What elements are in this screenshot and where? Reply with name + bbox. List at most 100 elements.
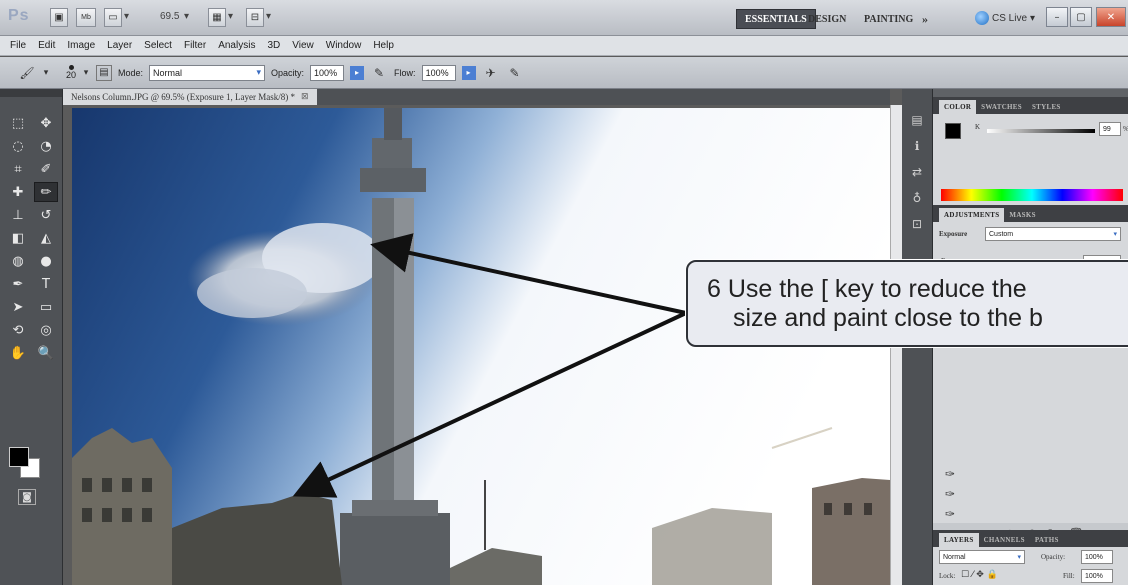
layers-panel-tabs: LAYERS CHANNELS PATHS [933, 530, 1128, 547]
menu-help[interactable]: Help [367, 40, 400, 51]
mode-select[interactable]: Normal ▾ [149, 64, 266, 81]
info-panel-icon[interactable]: ℹ [906, 137, 928, 155]
lock-icons[interactable]: ☐ ⁄ ✥ 🔒 [961, 570, 998, 580]
flow-flyout-icon[interactable]: ▸ [461, 65, 476, 80]
document-tab[interactable]: Nelsons Column.JPG @ 69.5% (Exposure 1, … [63, 89, 317, 105]
fill-field[interactable]: 100% [1081, 569, 1113, 583]
color-panel-tabs: COLOR SWATCHES STYLES [933, 97, 1128, 114]
layer-opacity-field[interactable]: 100% [1081, 550, 1113, 564]
brush-panel-icon[interactable]: ▤ [96, 64, 113, 81]
history-panel-icon[interactable]: ▤ [906, 111, 928, 129]
workspace-design[interactable]: DESIGN [800, 9, 854, 29]
chevron-down-icon[interactable]: ▾ [42, 64, 50, 82]
gradient-tool-icon[interactable]: ◭ [34, 228, 58, 248]
menu-analysis[interactable]: Analysis [212, 40, 261, 51]
eraser-tool-icon[interactable]: ◧ [6, 228, 30, 248]
tools-panel-header[interactable] [0, 89, 62, 97]
flow-label: Flow: [394, 67, 416, 78]
color-spectrum-ramp[interactable] [941, 189, 1123, 201]
shape-tool-icon[interactable]: ▭ [34, 297, 58, 317]
preset-select[interactable]: Custom ▾ [985, 227, 1121, 241]
marquee-tool-icon[interactable]: ⬚ [6, 113, 30, 133]
maximize-button[interactable]: ▢ [1070, 7, 1092, 27]
eyedropper-black-icon[interactable]: ✑ [945, 467, 955, 481]
brush-size-value: 20 [66, 70, 77, 80]
crop-tool-icon[interactable]: ⌗ [6, 159, 30, 179]
close-icon[interactable]: ⊠ [301, 92, 309, 102]
close-button[interactable]: ✕ [1096, 7, 1126, 27]
dodge-tool-icon[interactable]: ● [34, 251, 58, 271]
chevron-down-icon[interactable]: ▾ [228, 11, 233, 22]
pressure-size-icon[interactable]: ✎ [506, 64, 524, 82]
tab-channels[interactable]: CHANNELS [979, 533, 1030, 547]
document-title: Nelsons Column.JPG @ 69.5% (Exposure 1, … [71, 92, 296, 102]
zoom-tool-icon[interactable]: 🔍 [34, 343, 58, 363]
tab-paths[interactable]: PATHS [1030, 533, 1064, 547]
tab-styles[interactable]: STYLES [1027, 100, 1066, 114]
zoom-level-dropdown[interactable]: 69.5 [160, 11, 179, 22]
screen-mode-icon[interactable]: ⊟ [246, 8, 264, 27]
healing-brush-tool-icon[interactable]: ✚ [6, 182, 30, 202]
character-panel-icon[interactable]: ⊡ [906, 215, 928, 233]
opacity-field[interactable]: 100% [310, 64, 345, 81]
color-fg-swatch[interactable] [945, 123, 961, 139]
menu-image[interactable]: Image [61, 40, 101, 51]
brush-tool-preset-icon[interactable]: 🖌 [18, 64, 36, 82]
workspace-more[interactable]: » [914, 9, 936, 29]
eyedropper-tool-icon[interactable]: ✐ [34, 159, 58, 179]
chevron-down-icon[interactable]: ▾ [124, 11, 129, 22]
eyedropper-gray-icon[interactable]: ✑ [945, 487, 955, 501]
chevron-down-icon[interactable]: ▾ [184, 11, 189, 22]
path-selection-tool-icon[interactable]: ➤ [6, 297, 30, 317]
menu-3d[interactable]: 3D [261, 40, 286, 51]
3d-orbit-tool-icon[interactable]: ◎ [34, 320, 58, 340]
menu-layer[interactable]: Layer [101, 40, 138, 51]
opacity-flyout-icon[interactable]: ▸ [350, 65, 365, 80]
3d-rotate-tool-icon[interactable]: ⟲ [6, 320, 30, 340]
blend-mode-select[interactable]: Normal ▾ [939, 550, 1025, 564]
tab-masks[interactable]: MASKS [1004, 208, 1040, 222]
minimize-button[interactable]: – [1046, 7, 1068, 27]
quick-mask-icon[interactable]: ◙ [18, 489, 36, 505]
tab-swatches[interactable]: SWATCHES [976, 100, 1027, 114]
minibridge-icon[interactable]: Mb [76, 8, 96, 27]
blur-tool-icon[interactable]: ◍ [6, 251, 30, 271]
menu-edit[interactable]: Edit [32, 40, 61, 51]
tab-color[interactable]: COLOR [939, 100, 977, 114]
k-slider[interactable] [987, 129, 1095, 133]
menu-view[interactable]: View [286, 40, 320, 51]
clone-source-panel-icon[interactable]: ♁ [906, 189, 928, 207]
quick-select-tool-icon[interactable]: ◔ [34, 136, 58, 156]
extras-icon[interactable]: ▭ [104, 8, 122, 27]
brush-size-picker[interactable]: 20 [66, 65, 76, 80]
pressure-opacity-icon[interactable]: ✎ [370, 64, 388, 82]
arrange-documents-icon[interactable]: ▦ [208, 8, 226, 27]
foreground-color-swatch[interactable] [9, 447, 29, 467]
pen-tool-icon[interactable]: ✒ [6, 274, 30, 294]
tab-layers[interactable]: LAYERS [939, 533, 979, 547]
airbrush-icon[interactable]: ✈ [482, 64, 500, 82]
tab-adjustments[interactable]: ADJUSTMENTS [939, 208, 1005, 222]
brush-panel-icon[interactable]: ⇄ [906, 163, 928, 181]
menu-select[interactable]: Select [138, 40, 178, 51]
type-tool-icon[interactable]: T [34, 274, 58, 294]
menu-filter[interactable]: Filter [178, 40, 212, 51]
eyedropper-white-icon[interactable]: ✑ [945, 507, 955, 521]
brush-tool-icon[interactable]: ✏ [34, 182, 58, 202]
lasso-tool-icon[interactable]: ◌ [6, 136, 30, 156]
menu-window[interactable]: Window [320, 40, 368, 51]
layer-opacity-label: Opacity: [1041, 553, 1066, 561]
history-brush-tool-icon[interactable]: ↺ [34, 205, 58, 225]
chevron-down-icon[interactable]: ▾ [266, 11, 271, 22]
hand-tool-icon[interactable]: ✋ [6, 343, 30, 363]
menu-file[interactable]: File [4, 40, 32, 51]
chevron-down-icon[interactable]: ▾ [82, 64, 90, 82]
flow-field[interactable]: 100% [421, 64, 456, 81]
move-tool-icon[interactable]: ✥ [34, 113, 58, 133]
bridge-icon[interactable]: ▣ [50, 8, 68, 27]
cs-live-button[interactable]: CS Live ▾ [975, 8, 1035, 28]
workspace-painting[interactable]: PAINTING [856, 9, 921, 29]
clone-stamp-tool-icon[interactable]: ⊥ [6, 205, 30, 225]
opacity-label: Opacity: [271, 67, 305, 78]
k-value-field[interactable]: 99 [1099, 122, 1121, 136]
